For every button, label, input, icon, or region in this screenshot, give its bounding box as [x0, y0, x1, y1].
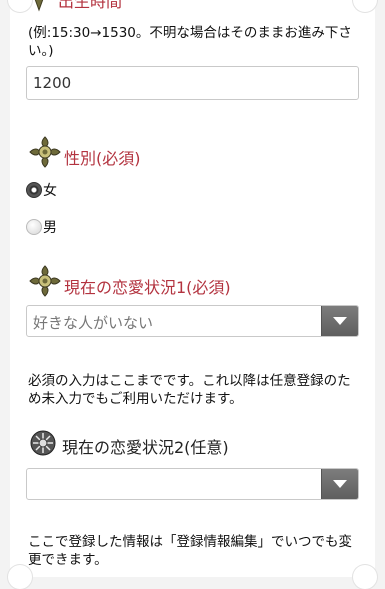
ornate-cross-emblem-icon: [28, 135, 62, 169]
gender-option-label: 女: [43, 183, 57, 199]
gear-medallion-icon: [28, 428, 58, 458]
gender-title: 性別(必須): [64, 149, 141, 168]
birth-time-heading: 出生時間: [28, 0, 122, 12]
birth-time-value: 1200: [33, 74, 72, 92]
birth-time-title: 出生時間: [58, 0, 123, 11]
gender-heading: 性別(必須): [28, 135, 141, 169]
ornate-cross-emblem-icon: [28, 264, 62, 298]
birth-time-help-text: (例:15:30→1530。不明な場合はそのままお進み下さい。): [28, 25, 352, 59]
love-status-2-heading: 現在の恋愛状況2(任意): [28, 428, 229, 458]
love-status-2-select[interactable]: [26, 468, 359, 500]
footer-note: ここで登録した情報は「登録情報編集」でいつでも変更できます。: [28, 534, 352, 568]
chevron-down-icon[interactable]: [321, 306, 358, 336]
love-status-1-select[interactable]: 好きな人がいない: [26, 305, 359, 337]
gender-option-female[interactable]: 女: [26, 180, 57, 200]
love-status-1-heading: 現在の恋愛状況1(必須): [28, 264, 231, 298]
love-status-2-title: 現在の恋愛状況2(任意): [62, 438, 229, 457]
birth-time-input[interactable]: 1200: [26, 66, 359, 100]
love-status-1-value: 好きな人がいない: [33, 314, 154, 332]
gender-option-male[interactable]: 男: [26, 217, 57, 237]
radio-unchecked-icon[interactable]: [26, 219, 42, 235]
radio-checked-icon[interactable]: [26, 182, 42, 198]
chevron-down-icon[interactable]: [321, 469, 358, 499]
form-page: 出生時間 (例:15:30→1530。不明な場合はそのままお進み下さい。) 12…: [8, 0, 377, 589]
gender-option-label: 男: [43, 220, 57, 236]
required-note: 必須の入力はここまでです。これ以降は任意登録のため未入力でもご利用いただけます。: [28, 373, 351, 407]
page-corner: [353, 565, 377, 589]
page-corner: [8, 565, 32, 589]
page-corner: [353, 0, 377, 12]
love-status-1-title: 現在の恋愛状況1(必須): [64, 278, 231, 297]
